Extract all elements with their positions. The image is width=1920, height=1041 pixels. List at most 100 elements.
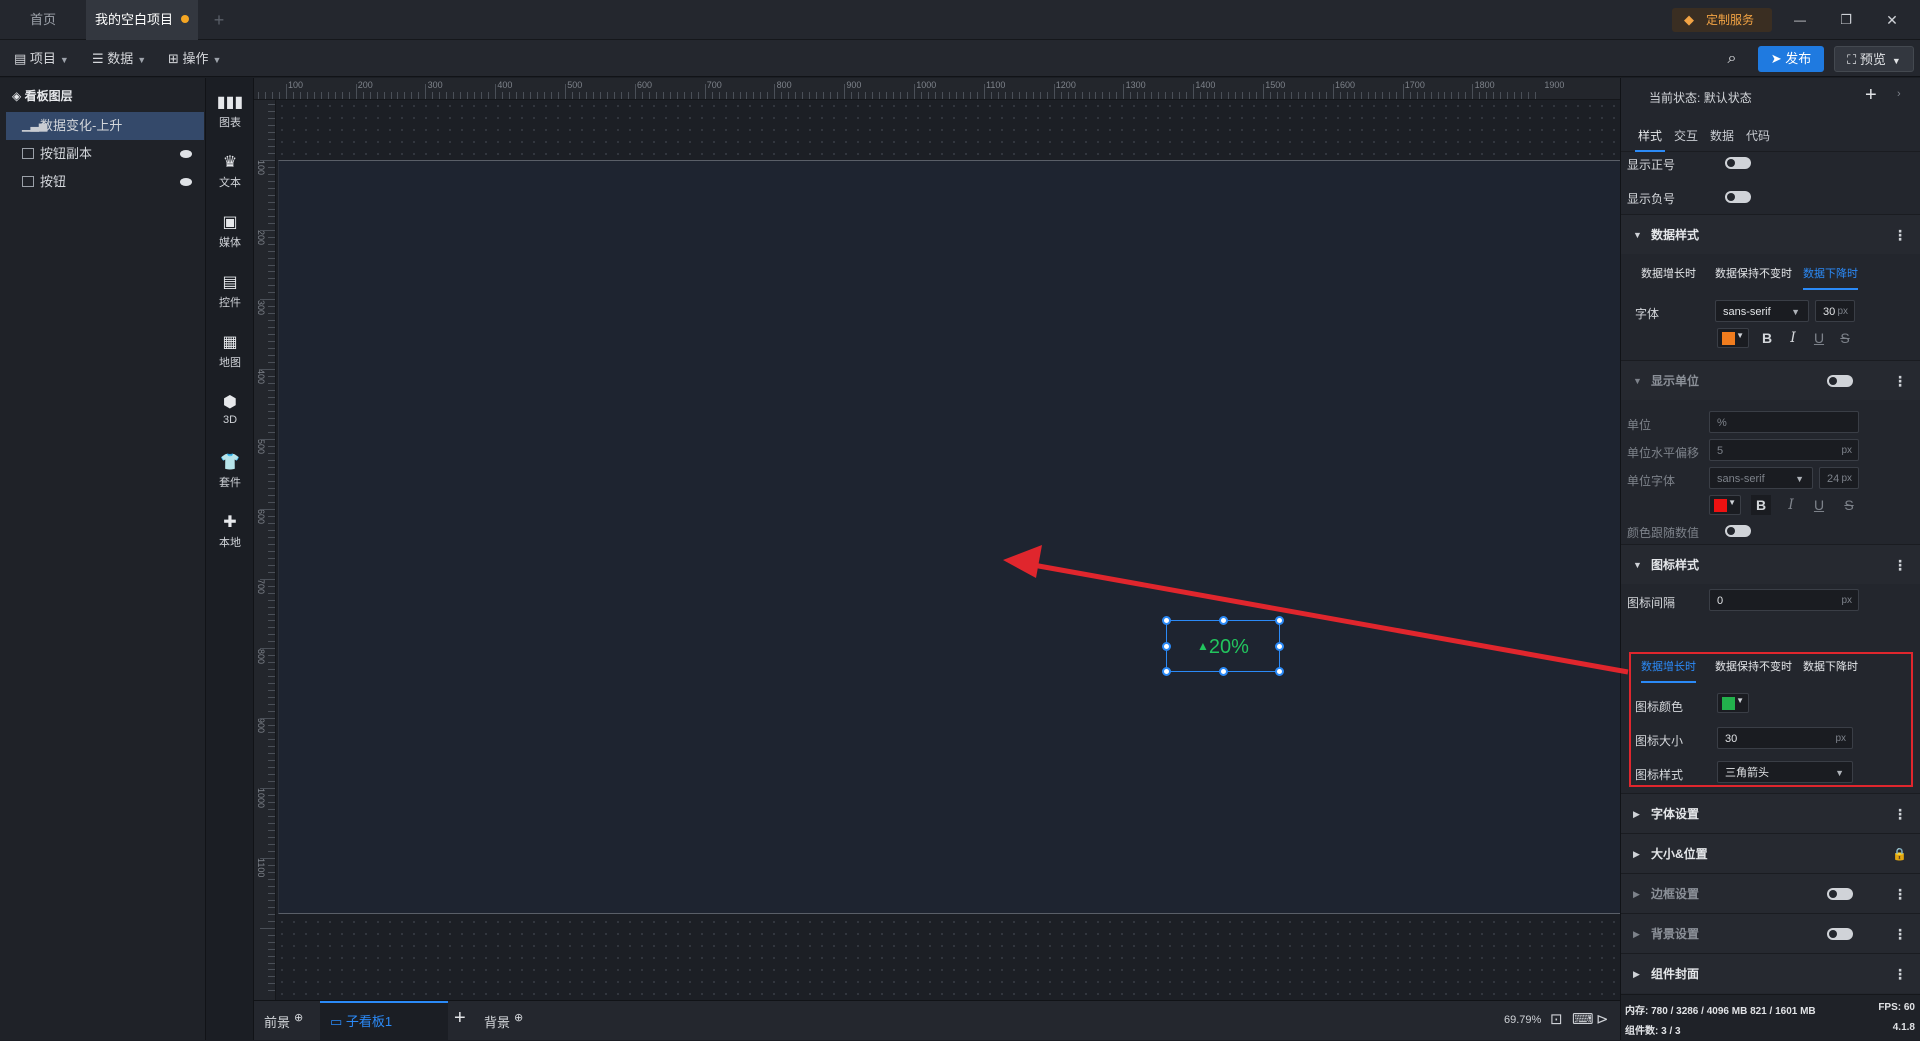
vertical-ruler[interactable]: 100 200 300 400 500 600 700 800 900 1000 1100	[254, 100, 276, 1000]
add-state-button[interactable]: +	[1865, 84, 1877, 107]
subtab-unchanged[interactable]: 数据保持不变时	[1715, 260, 1792, 288]
font-size-input[interactable]: 30 px	[1815, 300, 1855, 322]
italic-icon[interactable]: I	[1783, 328, 1803, 348]
foreground-tab[interactable]: 前景 ⊕	[264, 1011, 303, 1031]
ruler-tick	[390, 92, 392, 99]
layer-item[interactable]: 按钮副本	[6, 140, 204, 168]
data-change-widget[interactable]: ▲20%	[1162, 616, 1284, 676]
ruler-tick	[268, 920, 275, 922]
eye-hidden-icon[interactable]	[180, 150, 192, 158]
add-circle-icon[interactable]: ⊕	[514, 1012, 523, 1024]
custom-service-button[interactable]: ◆ 定制服务	[1672, 8, 1772, 32]
add-subboard-button[interactable]: +	[454, 1007, 466, 1030]
tool-map[interactable]: ▦ 地图	[206, 326, 254, 382]
canvas-area[interactable]: ▲20%	[276, 100, 1620, 1000]
menu-data[interactable]: ☰ 数据 ▼	[92, 48, 146, 70]
publish-button[interactable]: ➤ 发布	[1758, 46, 1824, 72]
tool-media[interactable]: ▣ 媒体	[206, 206, 254, 262]
resize-handle[interactable]	[1275, 667, 1284, 676]
tab-data[interactable]: 数据	[1707, 122, 1737, 152]
tool-suite[interactable]: 👕 套件	[206, 446, 254, 502]
resize-handle[interactable]	[1162, 642, 1171, 651]
more-icon[interactable]: ⋮	[1893, 914, 1907, 954]
unit-offset-input[interactable]: 5 px	[1709, 439, 1859, 461]
section-icon-style[interactable]: ▼ 图标样式 ⋮	[1621, 544, 1920, 584]
zoom-level[interactable]: 69.79%	[1504, 1014, 1541, 1026]
bold-icon[interactable]: B	[1757, 328, 1777, 348]
section-component-cover[interactable]: ▶ 组件封面 ⋮	[1621, 953, 1920, 993]
subtab-increase[interactable]: 数据增长时	[1641, 260, 1696, 288]
more-icon[interactable]: ⋮	[1893, 361, 1907, 401]
section-border-settings[interactable]: ▶ 边框设置 ⋮	[1621, 873, 1920, 913]
section-size-position[interactable]: ▶ 大小&位置 🔒	[1621, 833, 1920, 873]
resize-handle[interactable]	[1219, 667, 1228, 676]
font-color-picker[interactable]: ▼	[1717, 328, 1749, 348]
underline-icon[interactable]: U	[1809, 328, 1829, 348]
keyboard-icon[interactable]: ⌨	[1572, 1010, 1594, 1028]
preview-button[interactable]: ⛶ 预览 ▼	[1834, 46, 1914, 72]
tool-local[interactable]: ✚ 本地	[206, 506, 254, 562]
section-data-style[interactable]: ▼ 数据样式 ⋮	[1621, 214, 1920, 254]
section-show-unit[interactable]: ▼ 显示单位 ⋮	[1621, 360, 1920, 400]
lock-icon[interactable]: 🔒	[1892, 834, 1907, 874]
tool-text[interactable]: ♛ 文本	[206, 146, 254, 202]
more-icon[interactable]: ⋮	[1893, 545, 1907, 585]
section-font-settings[interactable]: ▶ 字体设置 ⋮	[1621, 793, 1920, 833]
add-circle-icon[interactable]: ⊕	[294, 1012, 303, 1024]
unit-input[interactable]: %	[1709, 411, 1859, 433]
more-icon[interactable]: ⋮	[1893, 874, 1907, 914]
menu-operate[interactable]: ⊞ 操作 ▼	[168, 48, 221, 70]
ruler-tick	[268, 264, 275, 266]
show-minus-toggle[interactable]	[1725, 191, 1751, 203]
eye-hidden-icon[interactable]	[180, 178, 192, 186]
unit-strikethrough-icon[interactable]: S	[1839, 495, 1859, 515]
more-icon[interactable]: ⋮	[1893, 954, 1907, 994]
unit-bold-icon[interactable]: B	[1751, 495, 1771, 515]
section-background-settings[interactable]: ▶ 背景设置 ⋮	[1621, 913, 1920, 953]
tab-home[interactable]: 首页	[0, 0, 86, 40]
more-icon[interactable]: ⋮	[1893, 215, 1907, 255]
resize-handle[interactable]	[1275, 616, 1284, 625]
subtab-decrease[interactable]: 数据下降时	[1803, 260, 1858, 290]
resize-handle[interactable]	[1162, 667, 1171, 676]
show-plus-toggle[interactable]	[1725, 157, 1751, 169]
tool-chart[interactable]: ▮▮▮ 图表	[206, 86, 254, 142]
tab-code[interactable]: 代码	[1743, 122, 1773, 152]
resize-handle[interactable]	[1162, 616, 1171, 625]
chevron-right-icon[interactable]: ›	[1897, 88, 1901, 100]
layer-item[interactable]: 按钮	[6, 168, 204, 196]
terminal-icon[interactable]: ⊳	[1596, 1010, 1609, 1028]
resize-handle[interactable]	[1219, 616, 1228, 625]
tool-3d[interactable]: ⬢ 3D	[206, 386, 254, 442]
search-icon[interactable]: ⌕	[1720, 47, 1744, 71]
close-icon[interactable]: ✕	[1880, 8, 1904, 32]
new-tab-button[interactable]: +	[204, 0, 234, 40]
font-family-select[interactable]: sans-serif ▼	[1715, 300, 1809, 322]
icon-gap-input[interactable]: 0 px	[1709, 589, 1859, 611]
fit-screen-icon[interactable]: ⊡	[1550, 1010, 1563, 1028]
unit-underline-icon[interactable]: U	[1809, 495, 1829, 515]
dashboard-board[interactable]	[278, 160, 1620, 914]
tab-interaction[interactable]: 交互	[1671, 122, 1701, 152]
tab-style[interactable]: 样式	[1635, 122, 1665, 152]
border-toggle[interactable]	[1827, 888, 1853, 900]
show-unit-toggle[interactable]	[1827, 375, 1853, 387]
unit-font-select[interactable]: sans-serif ▼	[1709, 467, 1813, 489]
background-toggle[interactable]	[1827, 928, 1853, 940]
subboard-tab[interactable]: ▭ 子看板1	[320, 1001, 448, 1041]
menu-project[interactable]: ▤ 项目 ▼	[14, 48, 69, 70]
tab-project[interactable]: 我的空白项目	[86, 0, 198, 40]
tool-control[interactable]: ▤ 控件	[206, 266, 254, 322]
unit-font-size-input[interactable]: 24 px	[1819, 467, 1859, 489]
background-tab[interactable]: 背景 ⊕	[484, 1011, 523, 1031]
resize-handle[interactable]	[1275, 642, 1284, 651]
strikethrough-icon[interactable]: S	[1835, 328, 1855, 348]
unit-color-picker[interactable]: ▼	[1709, 495, 1741, 515]
unit-italic-icon[interactable]: I	[1781, 495, 1801, 515]
more-icon[interactable]: ⋮	[1893, 794, 1907, 834]
minimize-icon[interactable]: —	[1788, 8, 1812, 32]
horizontal-ruler[interactable]: 100 200 300 400 500 600 700 800 900 1000 1100 1200 1…	[254, 78, 1620, 100]
color-follow-toggle[interactable]	[1725, 525, 1751, 537]
layer-item[interactable]: ▁▃▅ 数据变化-上升	[6, 112, 204, 140]
restore-icon[interactable]: ❐	[1834, 8, 1858, 32]
